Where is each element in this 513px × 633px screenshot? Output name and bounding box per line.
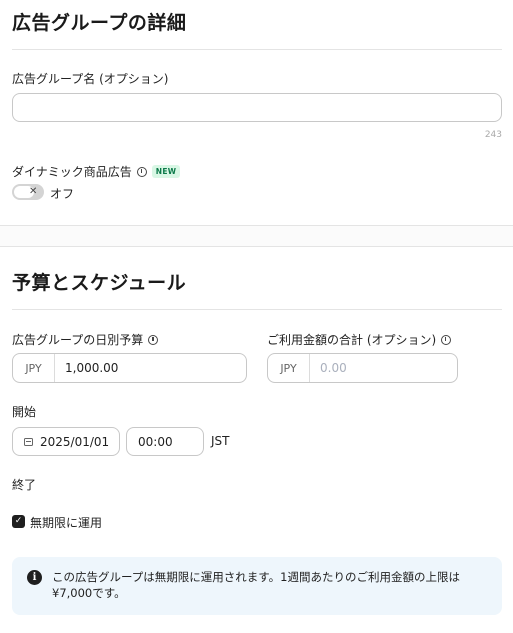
start-time-input[interactable]: 00:00 [126,427,204,456]
info-icon[interactable] [441,334,452,345]
toggle-state-label: オフ [50,187,75,201]
info-icon[interactable] [148,334,159,345]
daily-budget-value[interactable]: 1,000.00 [55,361,118,375]
run-indefinitely-label[interactable]: 無期限に運用 [30,514,102,531]
info-filled-icon: i [27,570,42,585]
dynamic-ads-toggle[interactable]: ✕ [12,184,44,200]
section-divider [12,309,502,310]
info-notice: i この広告グループは無期限に運用されます。1週間あたりのご利用金額の上限は ¥… [12,557,502,615]
daily-budget-label-row: 広告グループの日別予算 [12,331,159,348]
total-spend-label-row: ご利用金額の合計 (オプション) [267,331,452,348]
section-divider [12,49,502,50]
ad-group-details-title: 広告グループの詳細 [12,12,187,34]
daily-budget-label: 広告グループの日別予算 [12,333,144,347]
ad-group-name-label: 広告グループ名 (オプション) [12,72,169,86]
dynamic-ads-label-row: ダイナミック商品広告 NEW [12,163,181,180]
notice-text: この広告グループは無期限に運用されます。1週間あたりのご利用金額の上限は ¥7,… [52,570,460,600]
start-date-picker[interactable]: 2025/01/01 [12,427,120,456]
total-spend-input[interactable]: JPY 0.00 [267,353,458,383]
currency-label: JPY [13,354,55,382]
currency-label: JPY [268,354,310,382]
info-icon[interactable] [136,166,147,177]
new-badge: NEW [151,165,181,178]
total-spend-placeholder[interactable]: 0.00 [310,361,347,375]
calendar-icon [24,437,33,446]
start-label: 開始 [12,405,37,419]
close-icon: ✕ [29,186,38,197]
checkmark-icon: ✓ [14,516,23,526]
start-date-value: 2025/01/01 [40,434,110,449]
timezone-label: JST [211,434,230,448]
ad-group-name-input[interactable] [12,93,502,122]
budget-schedule-title: 予算とスケジュール [12,272,187,294]
section-gap [0,226,513,246]
end-label: 終了 [12,478,37,492]
dynamic-ads-label: ダイナミック商品広告 [12,165,132,179]
daily-budget-input[interactable]: JPY 1,000.00 [12,353,247,383]
char-count: 243 [484,130,502,140]
section-divider [0,246,513,247]
run-indefinitely-checkbox[interactable]: ✓ [12,515,25,528]
start-time-value: 00:00 [138,434,173,449]
total-spend-label: ご利用金額の合計 (オプション) [267,333,437,347]
